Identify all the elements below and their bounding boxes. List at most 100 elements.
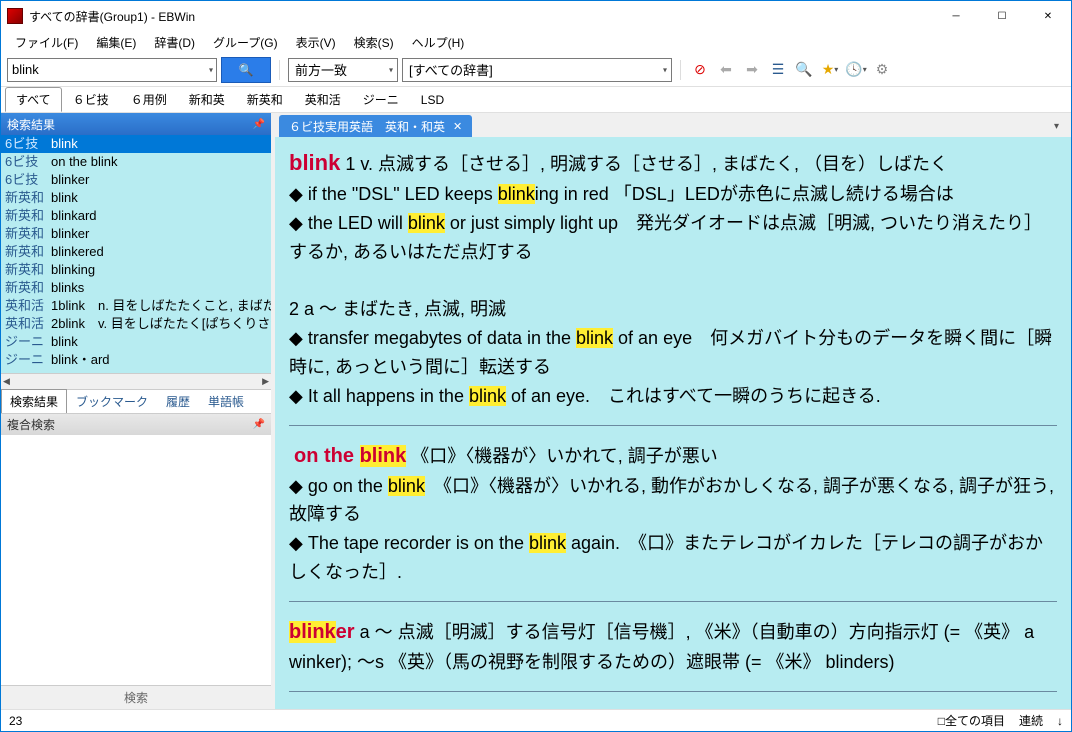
star-icon[interactable]: ★▾ xyxy=(819,59,841,81)
back-icon[interactable]: ⬅ xyxy=(715,59,737,81)
example-text: ◆ go on the xyxy=(289,476,388,496)
dict-tab[interactable]: LSD xyxy=(410,89,455,111)
left-pane-tabs: 検索結果 ブックマーク 履歴 単語帳 xyxy=(1,389,271,413)
dict-tab[interactable]: ジーニ xyxy=(352,87,410,112)
result-row[interactable]: 新英和blinker xyxy=(1,225,271,243)
minimize-button[interactable]: ─ xyxy=(933,1,979,31)
dict-tab[interactable]: 新和英 xyxy=(178,87,236,112)
result-row[interactable]: 新英和blinkard xyxy=(1,207,271,225)
match-mode-combo[interactable]: 前方一致 ▾ xyxy=(288,58,398,82)
entry: on the blink 《口》〈機器が〉いかれて, 調子が悪い ◆ go on… xyxy=(289,440,1057,587)
tab-results[interactable]: 検索結果 xyxy=(1,389,67,414)
result-word: blinkard xyxy=(51,207,97,225)
result-row[interactable]: ジーニblink・ard xyxy=(1,351,271,369)
result-row[interactable]: 新英和blinks xyxy=(1,279,271,297)
menu-group[interactable]: グループ(G) xyxy=(205,32,286,53)
result-word: blinking xyxy=(51,261,95,279)
dict-tab[interactable]: ６ビ技 xyxy=(62,87,120,112)
highlight: blink xyxy=(469,386,506,406)
result-source: 新英和 xyxy=(5,225,51,243)
divider xyxy=(289,425,1057,426)
headword: on the blink xyxy=(294,445,406,467)
zoom-icon[interactable]: 🔍 xyxy=(793,59,815,81)
headword: blinker xyxy=(289,621,355,643)
separator xyxy=(680,60,681,80)
result-source: 6ビ技 xyxy=(5,135,51,153)
settings-icon[interactable]: ⚙ xyxy=(871,59,893,81)
entry: blinker a ～ 点滅［明滅］する信号灯［信号機］, 《米》（自動車の）方… xyxy=(289,616,1057,677)
list-icon[interactable]: ☰ xyxy=(767,59,789,81)
dict-tab[interactable]: 新英和 xyxy=(236,87,294,112)
menu-edit[interactable]: 編集(E) xyxy=(88,32,144,53)
result-source: 新英和 xyxy=(5,243,51,261)
example-text: of an eye. これはすべて一瞬のうちに起きる. xyxy=(506,386,881,406)
app-icon xyxy=(7,8,23,24)
definition-text: a ～ 点滅［明滅］する信号灯［信号機］, 《米》（自動車の）方向指示灯 (= … xyxy=(289,622,1034,672)
tab-wordbook[interactable]: 単語帳 xyxy=(199,389,253,414)
result-word: blink xyxy=(51,189,78,207)
definition-text: 《口》〈機器が〉いかれて, 調子が悪い xyxy=(406,446,717,466)
close-button[interactable]: ✕ xyxy=(1025,1,1071,31)
dict-tab[interactable]: 英和活 xyxy=(294,87,352,112)
forward-icon[interactable]: ➡ xyxy=(741,59,763,81)
tab-bookmark[interactable]: ブックマーク xyxy=(67,389,157,414)
result-word: blink xyxy=(51,333,78,351)
status-allitems[interactable]: □全ての項目 xyxy=(938,712,1005,729)
search-history-dropdown-icon[interactable]: ▾ xyxy=(209,65,213,74)
status-continuous[interactable]: 連続 xyxy=(1019,712,1043,729)
result-source: 英和活 xyxy=(5,315,51,333)
result-source: ジーニ xyxy=(5,351,51,369)
dict-scope-combo[interactable]: [すべての辞書] ▾ xyxy=(402,58,672,82)
entry: blink 1 v. 点滅する［させる］, 明滅する［させる］, まばたく, （… xyxy=(289,145,1057,411)
result-row[interactable]: 新英和blinkered xyxy=(1,243,271,261)
results-list[interactable]: 6ビ技blink6ビ技on the blink6ビ技blinker新英和blin… xyxy=(1,135,271,373)
result-row[interactable]: 新英和blinking xyxy=(1,261,271,279)
headword: blink xyxy=(289,150,340,175)
result-word: blinker xyxy=(51,171,89,189)
dict-scope-label: [すべての辞書] xyxy=(409,60,493,79)
close-tab-icon[interactable]: ✕ xyxy=(453,120,462,133)
results-header-label: 検索結果 xyxy=(7,116,55,133)
content-view[interactable]: blink 1 v. 点滅する［させる］, 明滅する［させる］, まばたく, （… xyxy=(275,137,1071,709)
result-row[interactable]: 6ビ技on the blink xyxy=(1,153,271,171)
dict-tab-row: すべて ６ビ技 ６用例 新和英 新英和 英和活 ジーニ LSD xyxy=(1,87,1071,113)
menu-dict[interactable]: 辞書(D) xyxy=(146,32,203,53)
tab-history[interactable]: 履歴 xyxy=(157,389,199,414)
dict-tab-all[interactable]: すべて xyxy=(5,87,62,112)
menubar: ファイル(F) 編集(E) 辞書(D) グループ(G) 表示(V) 検索(S) … xyxy=(1,31,1071,53)
composite-search-label: 複合検索 xyxy=(7,416,55,433)
menu-file[interactable]: ファイル(F) xyxy=(7,32,86,53)
content-tab[interactable]: ６ビ技実用英語 英和・和英 ✕ xyxy=(279,115,472,138)
window-title: すべての辞書(Group1) - EBWin xyxy=(29,8,933,25)
pin-icon[interactable]: 📌 xyxy=(253,419,265,430)
highlight: blink xyxy=(498,184,535,204)
toolbar: ▾ 🔍 前方一致 ▾ [すべての辞書] ▾ ⊘ ⬅ ➡ ☰ 🔍 ★▾ 🕓▾ ⚙ xyxy=(1,53,1071,87)
menu-help[interactable]: ヘルプ(H) xyxy=(404,32,473,53)
menu-view[interactable]: 表示(V) xyxy=(288,32,344,53)
titlebar: すべての辞書(Group1) - EBWin ─ ☐ ✕ xyxy=(1,1,1071,31)
results-header: 検索結果 📌 xyxy=(1,113,271,135)
pin-icon[interactable]: 📌 xyxy=(253,119,265,130)
example-text: ◆ transfer megabytes of data in the xyxy=(289,328,576,348)
result-row[interactable]: 英和活1blink n. 目をしばたたくこと, まばたき xyxy=(1,297,271,315)
result-row[interactable]: 英和活2blink v. 目をしばたたく[ぱちくりさせ xyxy=(1,315,271,333)
match-mode-label: 前方一致 xyxy=(295,60,347,79)
result-row[interactable]: ジーニblink xyxy=(1,333,271,351)
search-input[interactable] xyxy=(7,58,217,82)
horizontal-scrollbar[interactable]: ◀ ▶ xyxy=(1,373,271,389)
menu-search[interactable]: 検索(S) xyxy=(346,32,402,53)
result-row[interactable]: 6ビ技blink xyxy=(1,135,271,153)
left-footer-search-button[interactable]: 検索 xyxy=(1,685,271,709)
stop-icon[interactable]: ⊘ xyxy=(689,59,711,81)
dict-tab[interactable]: ６用例 xyxy=(120,87,178,112)
result-row[interactable]: 新英和blink xyxy=(1,189,271,207)
result-row[interactable]: 6ビ技blinker xyxy=(1,171,271,189)
result-source: 新英和 xyxy=(5,207,51,225)
example-text: ◆ It all happens in the xyxy=(289,386,469,406)
history-icon[interactable]: 🕓▾ xyxy=(845,59,867,81)
maximize-button[interactable]: ☐ xyxy=(979,1,1025,31)
tab-overflow-icon[interactable]: ▾ xyxy=(1046,121,1067,132)
search-button[interactable]: 🔍 xyxy=(221,57,271,83)
status-arrow-icon[interactable]: ↓ xyxy=(1057,714,1063,728)
divider xyxy=(289,691,1057,692)
